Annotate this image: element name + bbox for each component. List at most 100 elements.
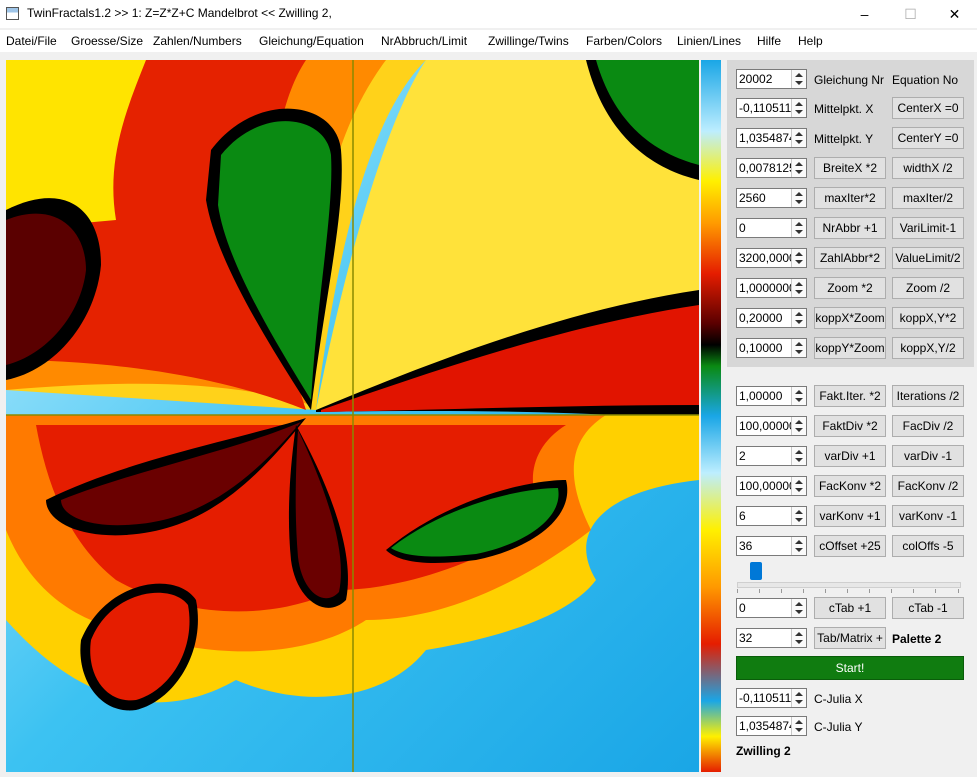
kopp-xy-double-button[interactable]: koppX,Y*2: [892, 307, 964, 329]
up-arrow-icon[interactable]: [795, 450, 803, 454]
up-arrow-icon[interactable]: [795, 312, 803, 316]
spin-arrows[interactable]: [791, 339, 806, 357]
up-arrow-icon[interactable]: [795, 720, 803, 724]
spin-arrows[interactable]: [791, 219, 806, 237]
up-arrow-icon[interactable]: [795, 632, 803, 636]
center-y-zero-button[interactable]: CenterY =0: [892, 127, 964, 149]
center-x-zero-button[interactable]: CenterX =0: [892, 97, 964, 119]
var-div-spinbox[interactable]: 2: [736, 446, 807, 466]
up-arrow-icon[interactable]: [795, 132, 803, 136]
down-arrow-icon[interactable]: [795, 700, 803, 704]
up-arrow-icon[interactable]: [795, 510, 803, 514]
zoom-double-button[interactable]: Zoom *2: [814, 277, 886, 299]
menu-nrabbruch[interactable]: NrAbbruch/Limit: [381, 34, 467, 48]
up-arrow-icon[interactable]: [795, 692, 803, 696]
zahl-abbr-double-button[interactable]: ZahlAbbr*2: [814, 247, 886, 269]
julia-y-spinbox[interactable]: 1,0354874(: [736, 716, 807, 736]
ctab-spinbox[interactable]: 0: [736, 598, 807, 618]
spin-arrows[interactable]: [791, 159, 806, 177]
fakt-div-double-button[interactable]: FaktDiv *2: [814, 415, 886, 437]
width-spinbox[interactable]: 0,0078125(: [736, 158, 807, 178]
down-arrow-icon[interactable]: [795, 200, 803, 204]
center-x-spinbox[interactable]: -0,1105110(: [736, 98, 807, 118]
menu-hilfe[interactable]: Hilfe: [757, 34, 781, 48]
up-arrow-icon[interactable]: [795, 602, 803, 606]
up-arrow-icon[interactable]: [795, 282, 803, 286]
up-arrow-icon[interactable]: [795, 222, 803, 226]
fakt-iter-spinbox[interactable]: 1,00000: [736, 386, 807, 406]
var-div-minus-button[interactable]: varDiv -1: [892, 445, 964, 467]
down-arrow-icon[interactable]: [795, 350, 803, 354]
menu-datei[interactable]: Datei/File: [6, 34, 57, 48]
spin-arrows[interactable]: [791, 717, 806, 735]
maximize-button[interactable]: ☐: [888, 0, 933, 28]
var-div-plus-button[interactable]: varDiv +1: [814, 445, 886, 467]
menu-help[interactable]: Help: [798, 34, 823, 48]
down-arrow-icon[interactable]: [795, 140, 803, 144]
c-offset-spinbox[interactable]: 36: [736, 536, 807, 556]
spin-arrows[interactable]: [791, 249, 806, 267]
menu-zwillinge[interactable]: Zwillinge/Twins: [488, 34, 569, 48]
down-arrow-icon[interactable]: [795, 548, 803, 552]
down-arrow-icon[interactable]: [795, 458, 803, 462]
vari-limit-minus-button[interactable]: VariLimit-1: [892, 217, 964, 239]
zoom-half-button[interactable]: Zoom /2: [892, 277, 964, 299]
spin-arrows[interactable]: [791, 689, 806, 707]
fac-div-half-button[interactable]: FacDiv /2: [892, 415, 964, 437]
breite-x-double-button[interactable]: BreiteX *2: [814, 157, 886, 179]
var-konv-plus-button[interactable]: varKonv +1: [814, 505, 886, 527]
c-offset-plus-button[interactable]: cOffset +25: [814, 535, 886, 557]
start-button[interactable]: Start!: [736, 656, 964, 680]
down-arrow-icon[interactable]: [795, 398, 803, 402]
equation-spinbox[interactable]: 20002: [736, 69, 807, 89]
spin-arrows[interactable]: [791, 477, 806, 495]
nr-abbr-spinbox[interactable]: 0: [736, 218, 807, 238]
spin-arrows[interactable]: [791, 279, 806, 297]
down-arrow-icon[interactable]: [795, 230, 803, 234]
down-arrow-icon[interactable]: [795, 320, 803, 324]
zoom-spinbox[interactable]: 1,0000000: [736, 278, 807, 298]
fac-konv-spinbox[interactable]: 100,00000: [736, 476, 807, 496]
nr-abbr-plus-button[interactable]: NrAbbr +1: [814, 217, 886, 239]
spin-arrows[interactable]: [791, 507, 806, 525]
spin-arrows[interactable]: [791, 629, 806, 647]
minimize-button[interactable]: –: [842, 0, 887, 28]
fakt-div-spinbox[interactable]: 100,00000: [736, 416, 807, 436]
max-iter-spinbox[interactable]: 2560: [736, 188, 807, 208]
fractal-canvas[interactable]: [6, 60, 699, 772]
down-arrow-icon[interactable]: [795, 428, 803, 432]
down-arrow-icon[interactable]: [795, 640, 803, 644]
julia-x-spinbox[interactable]: -0,1105110(: [736, 688, 807, 708]
down-arrow-icon[interactable]: [795, 518, 803, 522]
spin-arrows[interactable]: [791, 387, 806, 405]
down-arrow-icon[interactable]: [795, 260, 803, 264]
tab-matrix-button[interactable]: Tab/Matrix +: [814, 627, 886, 649]
spin-arrows[interactable]: [791, 417, 806, 435]
max-iter-half-button[interactable]: maxIter/2: [892, 187, 964, 209]
spin-arrows[interactable]: [791, 129, 806, 147]
color-offset-slider-thumb[interactable]: [749, 562, 762, 580]
menu-farben[interactable]: Farben/Colors: [586, 34, 662, 48]
up-arrow-icon[interactable]: [795, 192, 803, 196]
ctab-plus-button[interactable]: cTab +1: [814, 597, 886, 619]
spin-arrows[interactable]: [791, 309, 806, 327]
up-arrow-icon[interactable]: [795, 390, 803, 394]
var-konv-spinbox[interactable]: 6: [736, 506, 807, 526]
max-iter-double-button[interactable]: maxIter*2: [814, 187, 886, 209]
spin-arrows[interactable]: [791, 537, 806, 555]
down-arrow-icon[interactable]: [795, 110, 803, 114]
down-arrow-icon[interactable]: [795, 488, 803, 492]
kopp-xy-half-button[interactable]: koppX,Y/2: [892, 337, 964, 359]
menu-groesse[interactable]: Groesse/Size: [71, 34, 143, 48]
menu-zahlen[interactable]: Zahlen/Numbers: [153, 34, 242, 48]
down-arrow-icon[interactable]: [795, 170, 803, 174]
kopp-x-zoom-button[interactable]: koppX*Zoom: [814, 307, 886, 329]
down-arrow-icon[interactable]: [795, 728, 803, 732]
down-arrow-icon[interactable]: [795, 290, 803, 294]
spin-arrows[interactable]: [791, 447, 806, 465]
ctab-minus-button[interactable]: cTab -1: [892, 597, 964, 619]
width-x-half-button[interactable]: widthX /2: [892, 157, 964, 179]
spin-arrows[interactable]: [791, 70, 806, 88]
up-arrow-icon[interactable]: [795, 420, 803, 424]
up-arrow-icon[interactable]: [795, 540, 803, 544]
